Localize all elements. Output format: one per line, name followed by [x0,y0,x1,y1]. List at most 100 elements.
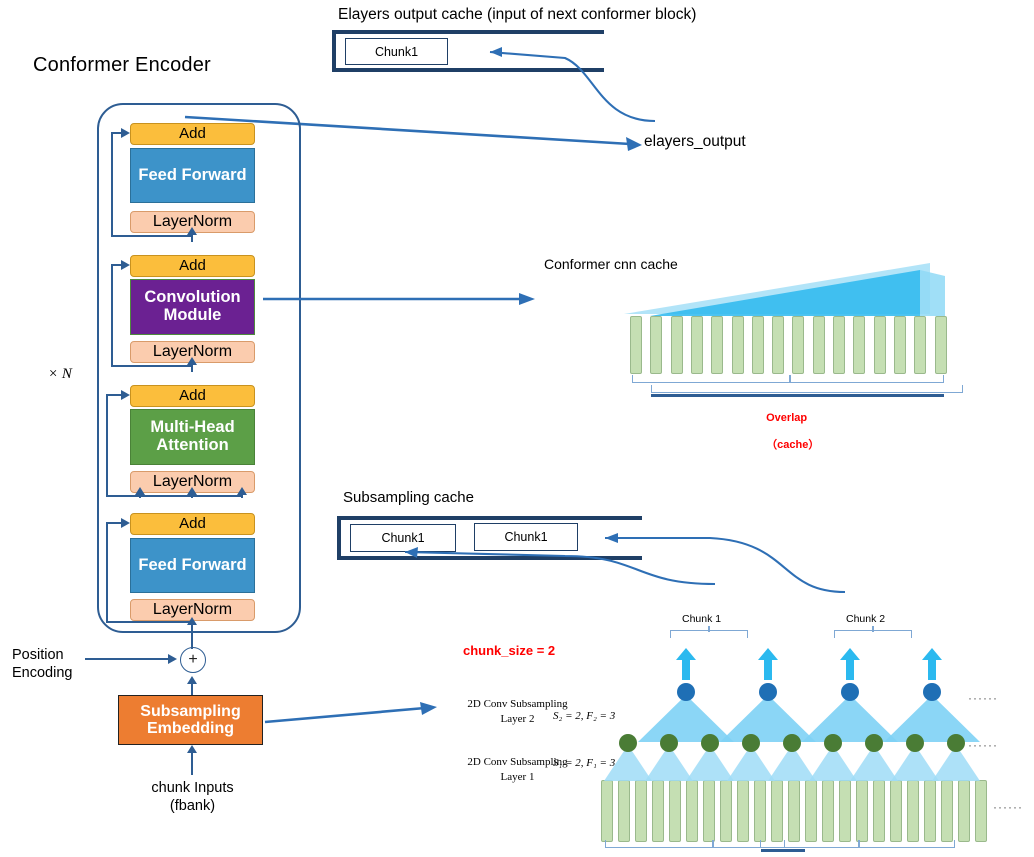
cnn-cache-bar [751,316,764,374]
input-frame [669,780,681,842]
output-up-arrow [676,648,696,680]
residual-1-arrow [121,128,130,138]
add-node: + [180,647,206,673]
cnn-cache-bar [711,316,724,374]
input-frame [958,780,970,842]
elayers-cache-title: Elayers output cache (input of next conf… [338,6,697,23]
residual-3-arrow [121,390,130,400]
subsampling-chunk-1-label: Chunk 1 [682,613,722,625]
chunk-input-arrow [187,745,197,753]
cnn-cache-bar [772,316,785,374]
residual-4-vertical [106,522,108,623]
feed-1-up [191,234,193,242]
cnn-cache-overlap-label: Overlap （cache） [760,400,819,452]
input-frame [771,780,783,842]
cnn-cache-bar [812,316,825,374]
block-multi-head-attention[interactable]: Multi-Head Attention [130,409,255,465]
output-up-arrow [758,648,778,680]
input-frames-tick-left [712,840,714,847]
cnn-cache-wedge [624,263,945,316]
block-convolution-module[interactable]: Convolution Module [130,279,255,335]
residual-3-vertical [106,394,108,497]
input-frames-tick-right [858,840,860,847]
cnn-cache-bar [873,316,886,374]
position-encoding-arrow [168,654,177,664]
output-up-arrow [922,648,942,680]
ellipsis-input: ······ [993,800,1023,814]
mha-feed-b-arrow [187,487,197,495]
input-frame [941,780,953,842]
input-frame [703,780,715,842]
repeat-n-label: × N [48,366,72,382]
mha-feed-c-arrow [237,487,247,495]
input-frame [822,780,834,842]
cnn-cache-bar [650,316,663,374]
input-frame [652,780,664,842]
input-frame [635,780,647,842]
input-frame [907,780,919,842]
cnn-cache-bar [893,316,906,374]
layer1-node [701,734,719,752]
feed-2-up [191,364,193,372]
input-frame [754,780,766,842]
cnn-cache-overlap-bar [651,394,944,397]
cnn-cache-bar [853,316,866,374]
block-add-3[interactable]: Add [130,385,255,407]
input-frame [873,780,885,842]
block-convolution-module-label: Convolution Module [144,288,241,324]
block-feed-forward-1[interactable]: Feed Forward [130,148,255,203]
subsampling-cache-connector-lower [404,547,716,586]
mha-feed-a-arrow [135,487,145,495]
block-add-1[interactable]: Add [130,123,255,145]
subsampling-embedding-block[interactable]: Subsampling Embedding [118,695,263,745]
feed-1-arrow [187,227,197,235]
cnn-cache-bar [731,316,744,374]
residual-2-horizontal [111,365,193,367]
layer1-node [619,734,637,752]
cnn-cache-bar [670,316,683,374]
subsampling-to-plus-arrow [187,676,197,684]
input-frames-bracket-left [605,840,785,848]
ellipsis-layer2: ······ [968,691,998,705]
residual-4-horizontal [106,621,192,623]
layer1-node [824,734,842,752]
encoder-input-arrow [187,617,197,625]
input-frame [601,780,613,842]
layer2-node [841,683,859,701]
layer2-node [759,683,777,701]
cnn-cache-bracket-outer [632,375,944,383]
subsampling-to-diagram-arrow [264,702,437,724]
subsampling-chunk-1-tick [708,626,710,632]
position-encoding-label: Position Encoding [12,647,73,682]
chunk-size-label: chunk_size = 2 [463,643,556,658]
input-frame [805,780,817,842]
residual-1-horizontal [111,235,193,237]
chunk-input-line [191,751,193,775]
layer1-node [906,734,924,752]
feed-2-arrow [187,357,197,365]
block-add-4[interactable]: Add [130,513,255,535]
input-frame [839,780,851,842]
residual-4-arrow [121,518,130,528]
input-frame [975,780,987,842]
input-frame [618,780,630,842]
input-frame [720,780,732,842]
residual-3-horizontal [106,495,242,497]
input-frame [686,780,698,842]
input-frame [788,780,800,842]
layer1-node [660,734,678,752]
overlap-text: Overlap [766,412,808,424]
residual-2-arrow [121,260,130,270]
block-multi-head-attention-label: Multi-Head Attention [150,418,235,454]
input-frame [737,780,749,842]
chunk-inputs-label: chunk Inputs (fbank) [151,780,234,815]
cnn-cache-bracket-tick [789,375,791,382]
block-add-2[interactable]: Add [130,255,255,277]
output-up-arrow [840,648,860,680]
cnn-cache-bracket-inner [651,385,963,393]
ellipsis-layer1: ······ [968,738,998,752]
block-feed-forward-2[interactable]: Feed Forward [130,538,255,593]
input-frame [890,780,902,842]
input-frame [856,780,868,842]
plus-to-encoder-line [191,640,193,649]
